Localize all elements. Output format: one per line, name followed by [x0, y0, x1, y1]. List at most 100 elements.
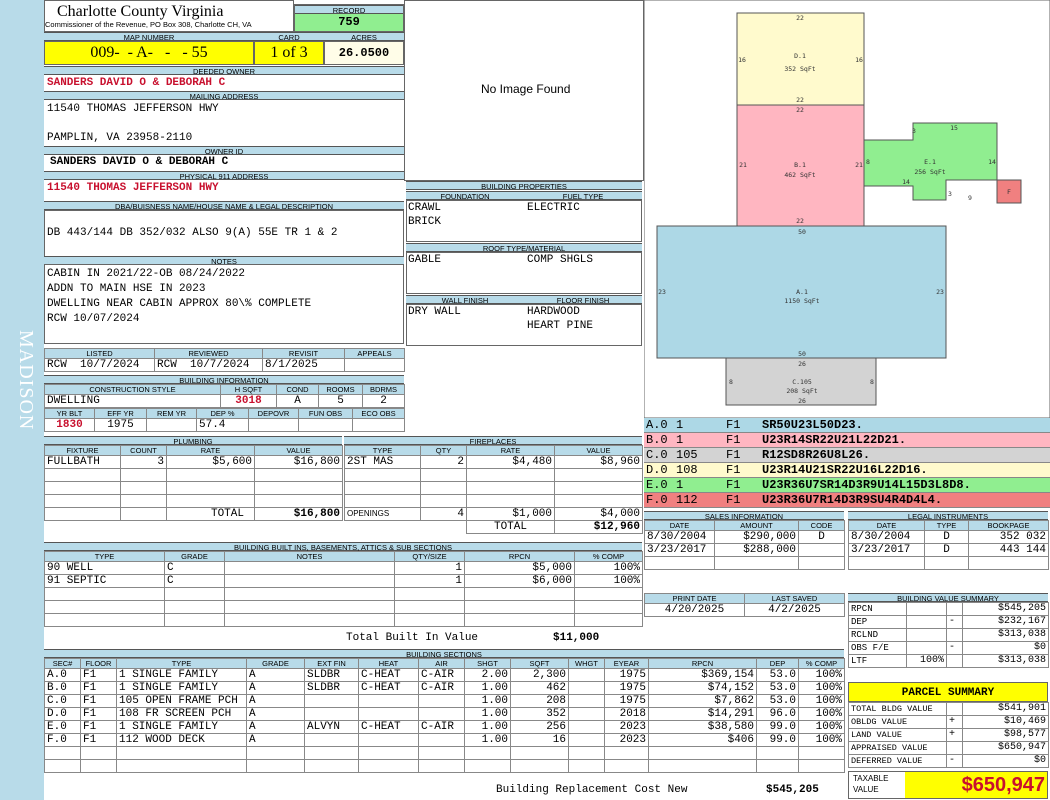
review-table: LISTED REVIEWED REVISIT APPEALS RCW 10/7/20…	[44, 348, 405, 372]
side-banner: MADISON	[0, 0, 44, 800]
wall-finish-value: DRY WALL	[408, 306, 461, 318]
dim-label: 8	[729, 378, 733, 386]
shgt-cell: 2.00	[464, 668, 511, 682]
physical-address-label: PHYSICAL 911 ADDRESS	[44, 171, 404, 181]
dim-label: 16	[855, 56, 863, 64]
bvs-sign	[946, 628, 963, 642]
rpcn-cell: $7,862	[648, 694, 757, 708]
dim-label: 14	[988, 158, 996, 166]
sketch-label: E.1	[924, 158, 936, 166]
building-info-table: CONSTRUCTION STYLE H SQFT COND ROOMS BDRMS D…	[44, 384, 405, 408]
sqft-cell: 208	[510, 694, 569, 708]
dim-label: 22	[796, 96, 804, 104]
whgt-cell	[568, 720, 605, 734]
whgt-cell	[568, 681, 605, 695]
shgt-cell: 1.00	[464, 681, 511, 695]
openings-value: $4,000	[554, 507, 643, 521]
sale-date: 3/23/2017	[644, 543, 715, 557]
table-row: RPCN $545,205	[848, 602, 1049, 616]
legend-row: B.0 1 F1 U23R14SR22U21L22D21.	[644, 433, 1050, 448]
rate-cell: $5,600	[166, 455, 255, 469]
district-label: MADISON	[15, 330, 37, 431]
dep-cell: 53.0	[756, 681, 799, 695]
parcel-value: $0	[962, 754, 1049, 768]
bvs-pct	[906, 628, 947, 642]
whgt-cell	[568, 707, 605, 721]
table-row: RCLND $313,038	[848, 628, 1049, 642]
mailing-line2: PAMPLIN, VA 23958-2110	[47, 132, 193, 144]
sketch-label: F	[1007, 188, 1011, 196]
heat-cell	[358, 707, 419, 721]
parcel-label: TOTAL BLDG VALUE	[848, 702, 947, 716]
grade-cell: A	[246, 707, 305, 721]
type-cell: 1 SINGLE FAMILY	[116, 668, 247, 682]
print-date-label: PRINT DATE	[644, 593, 745, 604]
hsqft-value: 3018	[220, 394, 277, 408]
parcel-table: TOTAL BLDG VALUE $541,901 OBLDG VALUE + $10,…	[848, 702, 1049, 768]
sec-cell: B.0	[44, 681, 81, 695]
builtins-total-label: Total Built In Value	[346, 632, 479, 644]
sections-header: SQFT	[510, 658, 569, 669]
building-properties-label: BUILDING PROPERTIES	[406, 181, 642, 191]
bdrms-label: BDRMS	[362, 384, 405, 395]
mailing-address-label: MAILING ADDRESS	[44, 91, 404, 101]
legend-sec: E.0	[646, 478, 668, 492]
sales-header: AMOUNT	[714, 520, 799, 531]
sketch-label: 462 SqFt	[784, 171, 815, 179]
table-row: D.0 F1 108 FR SCREEN PCH A 1.00 352 2018 $14,29…	[44, 707, 845, 721]
parcel-value: $10,469	[962, 715, 1049, 729]
rooms-value: 5	[318, 394, 363, 408]
county-name: Charlotte County Virginia	[57, 3, 224, 20]
hsqft-label: H SQFT	[220, 384, 277, 395]
rate-cell: $4,480	[466, 455, 555, 469]
dim-label: 22	[796, 106, 804, 114]
air-cell	[418, 733, 465, 747]
bvs-label: BUILDING VALUE SUMMARY	[848, 593, 1048, 603]
dim-label: 3	[912, 127, 916, 135]
legend-n: 108	[676, 463, 698, 477]
bvs-value: $0	[962, 641, 1049, 655]
roof-box	[406, 252, 642, 294]
cond-value: A	[276, 394, 319, 408]
ext-fin-cell	[304, 694, 359, 708]
bvs-label: RCLND	[848, 628, 907, 642]
table-row: A.0 F1 1 SINGLE FAMILY A SLDBR C-HEAT C-AIR 2.0…	[44, 668, 845, 682]
legal-type: D	[924, 543, 969, 557]
bvs-pct	[906, 641, 947, 655]
heat-cell	[358, 733, 419, 747]
legal-label: LEGAL INSTRUMENTS	[848, 511, 1048, 521]
legend-code: U23R14SR22U21L22D21.	[762, 433, 907, 447]
table-row: FULLBATH 3 $5,600 $16,800	[44, 455, 343, 469]
taxable-box: TAXABLE VALUE $650,947	[848, 771, 1048, 799]
table-row: 2ST MAS 2 $4,480 $8,960	[344, 455, 643, 469]
bvs-sign: -	[946, 615, 963, 629]
parcel-label: LAND VALUE	[848, 728, 947, 742]
remyr-value	[146, 418, 197, 432]
table-row: 3/23/2017 $288,000	[644, 543, 845, 557]
table-row: DEFERRED VALUE - $0	[848, 754, 1049, 768]
rpcn-cell: $38,580	[648, 720, 757, 734]
dim-label: 50	[798, 228, 806, 236]
parcel-sign: -	[946, 754, 963, 768]
parcel-sign: +	[946, 728, 963, 742]
legend-code: U23R14U21SR22U16L22D16.	[762, 463, 928, 477]
parcel-label: APPRAISED VALUE	[848, 741, 947, 755]
dim-label: 15	[950, 124, 958, 132]
dep-cell: 99.0	[756, 720, 799, 734]
dim-label: 22	[796, 14, 804, 22]
bvs-pct	[906, 602, 947, 616]
map-number-label: MAP NUMBER	[44, 32, 254, 42]
sale-code: D	[798, 530, 845, 544]
notes-line: CABIN IN 2021/22-OB 08/24/2022	[47, 268, 246, 280]
sketch-label: 256 SqFt	[914, 168, 945, 176]
dep-label: DEP %	[196, 408, 249, 419]
effyr-label: EFF YR	[94, 408, 147, 419]
plumbing-table: FIXTURE COUNT RATE VALUE FULLBATH 3 $5,600 $16…	[44, 445, 343, 521]
fuel-type-label: FUEL TYPE	[524, 191, 642, 201]
table-row: LTF 100% $313,038	[848, 654, 1049, 668]
dim-label: 21	[855, 161, 863, 169]
grade-cell: A	[246, 668, 305, 682]
sec-cell: A.0	[44, 668, 81, 682]
legal-header: TYPE	[924, 520, 969, 531]
legend-floor: F1	[726, 433, 741, 447]
